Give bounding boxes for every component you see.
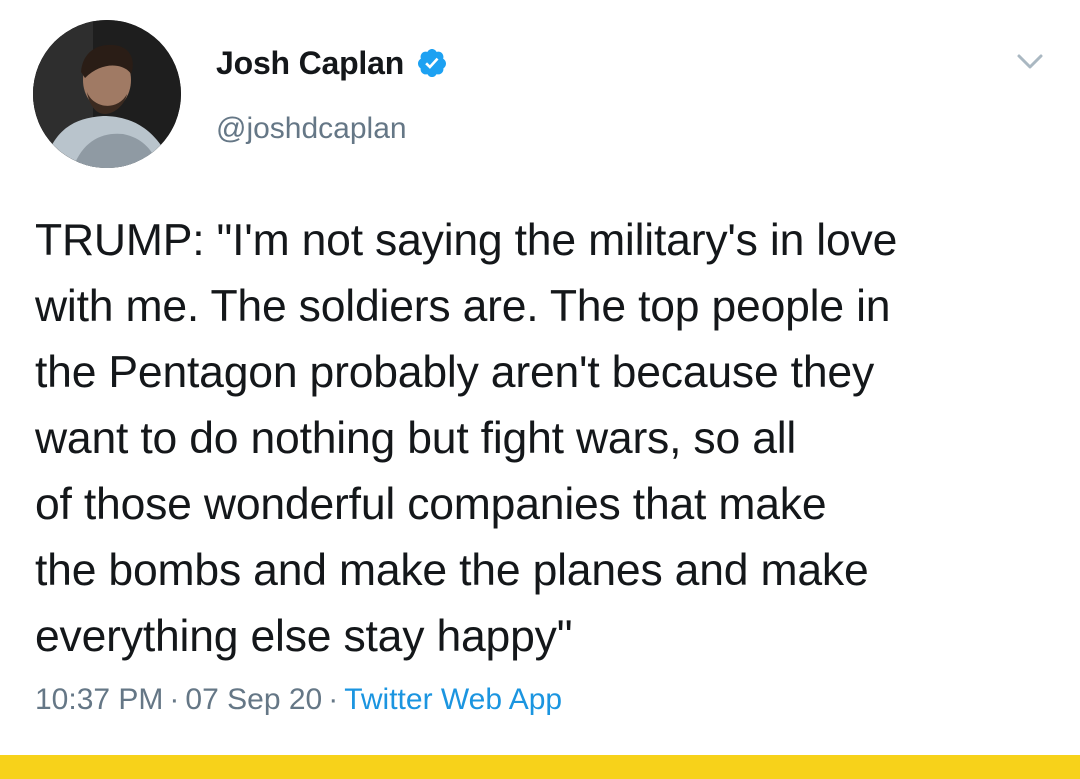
- more-options-button[interactable]: [1010, 44, 1050, 80]
- author-name-row[interactable]: Josh Caplan: [216, 40, 448, 86]
- meta-separator: ·: [169, 683, 180, 716]
- verified-badge-icon: [416, 47, 448, 79]
- tweet-text-line: the Pentagon probably aren't because the…: [35, 348, 874, 397]
- tweet-source-link[interactable]: Twitter Web App: [344, 683, 562, 716]
- tweet-card: Josh Caplan @joshdcaplan TRUMP: "I'm not…: [0, 0, 1080, 779]
- tweet-text-line: of those wonderful companies that make: [35, 480, 827, 529]
- tweet-text-line: want to do nothing but fight wars, so al…: [35, 414, 797, 463]
- tweet-date[interactable]: 07 Sep 20: [185, 683, 322, 716]
- tweet-text-line: with me. The soldiers are. The top peopl…: [35, 282, 891, 331]
- tweet-time[interactable]: 10:37 PM: [35, 683, 163, 716]
- avatar-photo: [33, 20, 181, 168]
- tweet-text-line: TRUMP: "I'm not saying the military's in…: [35, 216, 898, 265]
- chevron-down-icon: [1017, 54, 1043, 69]
- avatar[interactable]: [33, 20, 181, 168]
- tweet-text: TRUMP: "I'm not saying the military's in…: [35, 208, 1065, 670]
- display-name[interactable]: Josh Caplan: [216, 45, 404, 82]
- meta-separator: ·: [328, 683, 339, 716]
- bottom-accent-bar: [0, 755, 1080, 779]
- tweet-meta: 10:37 PM · 07 Sep 20 · Twitter Web App: [35, 683, 562, 717]
- tweet-text-line: everything else stay happy": [35, 612, 573, 661]
- author-handle[interactable]: @joshdcaplan: [216, 112, 407, 146]
- tweet-text-line: the bombs and make the planes and make: [35, 546, 869, 595]
